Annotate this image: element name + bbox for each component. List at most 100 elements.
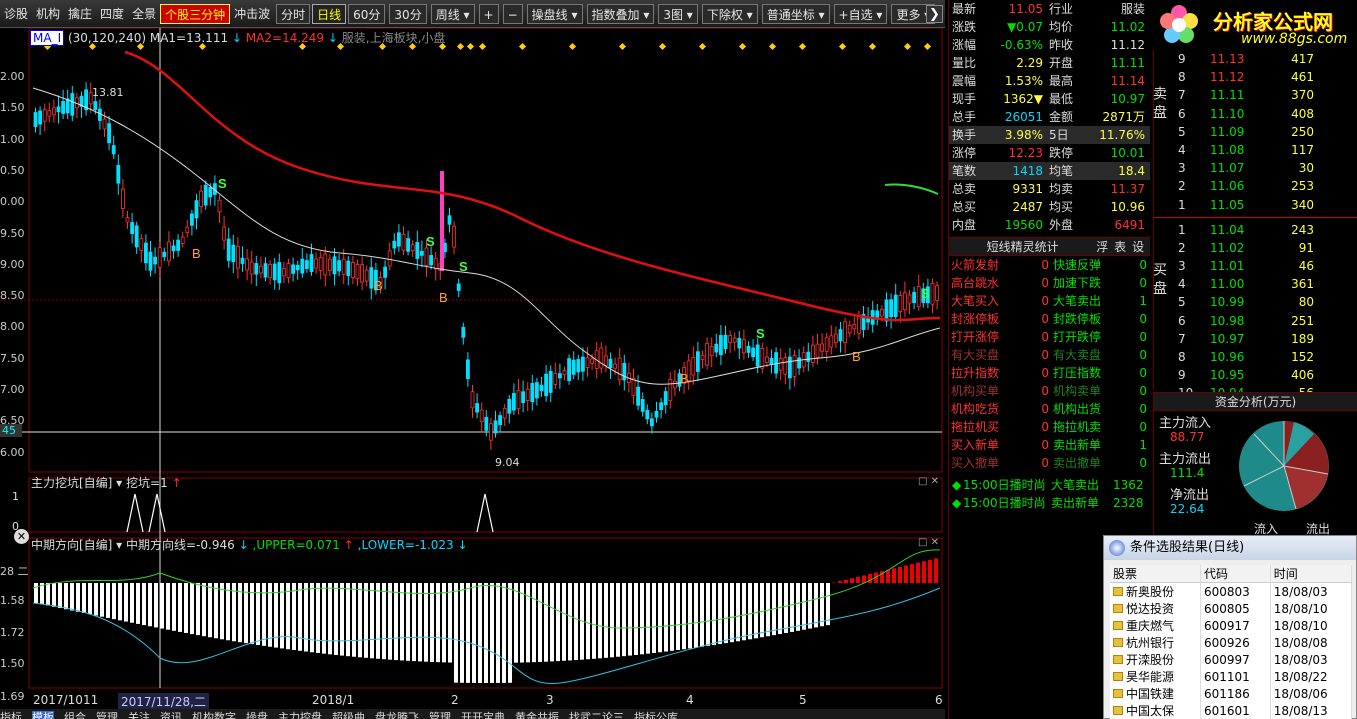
toolbar-item-15[interactable]: 指数叠加 ▾ [586,3,655,24]
buy-level[interactable]: 7 10.97 189 [1154,330,1357,348]
toolbar-item-7[interactable]: 分时 [276,3,311,24]
bottom-tab[interactable]: 关注 [128,711,150,719]
candle [323,253,328,276]
buy-level[interactable]: 2 11.02 91 [1154,239,1357,257]
toolbar-item-8[interactable]: 日线 [312,3,347,24]
bottom-tab[interactable]: 管理 [429,711,451,719]
buy-level[interactable]: 6 10.98 251 [1154,312,1357,330]
popup-col-header[interactable]: 代码 [1200,565,1271,583]
popup-row[interactable]: 开滦股份 600997 18/08/03 [1110,651,1353,668]
bottom-tab[interactable]: 黄金共振 [515,711,559,719]
toolbar-item-12[interactable]: + [478,3,499,24]
direction-bar [322,583,326,654]
toolbar-item-1[interactable]: 机构 [32,4,64,24]
window-buttons[interactable]: □ ✕ [918,537,939,548]
settings-button[interactable]: 设 [1132,238,1150,255]
close-icon[interactable]: ✕ [14,529,29,544]
sub1-title[interactable]: 主力挖坑[自编] ▾ 挖坑=1 ↑ [31,474,182,491]
toolbar-item-10[interactable]: 30分 [389,3,427,24]
popup-row[interactable]: 昊华能源 601101 18/08/22 [1110,668,1353,685]
bottom-tab[interactable]: 操盘 [246,711,268,719]
ma-indicator-dropdown[interactable]: MA_I [30,30,65,46]
stat-row[interactable]: 机构吃货 0 机构出货 0 [949,400,1150,418]
stat-row[interactable]: 买入撤单 0 卖出撤单 0 [949,454,1150,472]
popup-row[interactable]: 悦达投资 600805 18/08/10 [1110,600,1353,617]
sell-level[interactable]: 7 11.11 370 [1154,86,1357,104]
float-button[interactable]: 浮 [1096,238,1114,255]
close-chart-icon[interactable]: ❯ [926,5,943,23]
toolbar-item-5[interactable]: 个股三分钟 [160,3,231,24]
table-button[interactable]: 表 [1114,238,1132,255]
popup-row[interactable]: 新奥股份 600803 18/08/03 [1110,582,1353,600]
bottom-tab[interactable]: 管理 [96,711,118,719]
toolbar-item-16[interactable]: 3图 ▾ [658,3,698,24]
stat-row[interactable]: 机构买单 0 机构卖单 0 [949,382,1150,400]
direction-bar [700,583,704,647]
stat-row[interactable]: 封涨停板 0 封跌停板 0 [949,310,1150,328]
buy-level[interactable]: 4 11.00 361 [1154,275,1357,293]
stat-row[interactable]: 大笔买入 0 大笔卖出 1 [949,292,1150,310]
level-num: 7 [1178,331,1186,346]
quote-value: 6491 [1114,218,1145,232]
toolbar-item-13[interactable]: − [502,3,523,24]
stat-row[interactable]: 火箭发射 0 快速反弹 0 [949,256,1150,274]
buy-level[interactable]: 8 10.96 152 [1154,348,1357,366]
popup-row[interactable]: 杭州银行 600926 18/08/08 [1110,634,1353,651]
sell-level[interactable]: 8 11.12 461 [1154,68,1357,86]
toolbar-item-6[interactable]: 冲击波 [230,4,274,24]
popup-col-header[interactable]: 时间 [1270,565,1353,583]
buy-level[interactable]: 3 11.01 46 [1154,257,1357,275]
window-buttons[interactable]: □ ✕ [918,476,939,487]
bottom-tab[interactable]: 组合 [64,711,86,719]
popup-col-header[interactable]: 股票 [1110,565,1201,583]
buy-level[interactable]: 1 11.04 243 [1154,221,1357,239]
bottom-tab[interactable]: 主力控盘 [278,711,322,719]
candle [811,344,815,363]
buy-level[interactable]: 5 10.99 80 [1154,293,1357,311]
stat-row[interactable]: 高台跳水 0 加速下跌 0 [949,274,1150,292]
bottom-tab[interactable]: 找武二论三 [569,711,624,719]
toolbar-item-4[interactable]: 全景 [128,4,160,24]
bottom-tab[interactable]: 指标 [0,711,22,719]
sell-level[interactable]: 9 11.13 417 [1154,50,1357,68]
toolbar-item-19[interactable]: +自选 ▾ [833,3,888,24]
bottom-tab[interactable]: 机构数字 [192,711,236,719]
stat-row[interactable]: 买入新单 0 卖出新单 1 [949,436,1150,454]
sell-level[interactable]: 5 11.09 250 [1154,123,1357,141]
ma-legend: MA_I (30,120,240) MA1=13.111 ↓ MA2=14.24… [30,29,445,46]
toolbar-item-2[interactable]: 擒庄 [64,4,96,24]
bottom-tab[interactable]: 盘龙腾飞 [375,711,419,719]
sell-level[interactable]: 3 11.07 30 [1154,159,1357,177]
stat-buy-label: 大笔买入 [951,294,1000,308]
sub2-title[interactable]: 中期方向[自编] ▾ 中期方向线=-0.946 ↓ ,UPPER=0.071 ↑… [31,536,468,553]
bottom-tab[interactable]: 模板 [32,711,54,719]
bottom-tab[interactable]: 资讯 [160,711,182,719]
popup-title[interactable]: 条件选股结果(日线) [1104,536,1356,560]
stat-row[interactable]: 拉升指数 0 打压指数 0 [949,364,1150,382]
toolbar-item-11[interactable]: 周线 ▾ [430,3,475,24]
toolbar-item-18[interactable]: 普通坐标 ▾ [761,3,830,24]
date-tick: 6 [935,693,943,707]
toolbar-item-17[interactable]: 下除权 ▾ [701,3,758,24]
quote-value: 1418 [1012,164,1043,178]
buy-level[interactable]: 9 10.95 406 [1154,366,1357,384]
bottom-tab[interactable]: 指标公库 [634,711,678,719]
sell-level[interactable]: 1 11.05 340 [1154,196,1357,214]
bottom-tab[interactable]: 开开宝典 [461,711,505,719]
toolbar-item-0[interactable]: 诊股 [0,4,32,24]
stat-row[interactable]: 拖拉机买 0 拖拉机卖 0 [949,418,1150,436]
toolbar-item-3[interactable]: 四度 [96,4,128,24]
stat-row[interactable]: 打开涨停 0 打开跌停 0 [949,328,1150,346]
stat-row[interactable]: 有大买盘 0 有大卖盘 0 [949,346,1150,364]
popup-row[interactable]: 中国太保 601601 18/08/13 [1110,702,1353,719]
bottom-tab[interactable]: 超级曲 [332,711,365,719]
popup-row[interactable]: 中国铁建 601186 18/08/06 [1110,685,1353,702]
event-row[interactable]: ◆ 15:00日播时尚 大笔卖出 1362 [949,476,1150,494]
toolbar-item-14[interactable]: 操盘线 ▾ [526,3,583,24]
toolbar-item-9[interactable]: 60分 [348,3,386,24]
event-row[interactable]: ◆ 15:00日播时尚 卖出新单 2328 [949,494,1150,512]
sell-level[interactable]: 2 11.06 253 [1154,177,1357,195]
sell-level[interactable]: 6 11.10 408 [1154,105,1357,123]
popup-row[interactable]: 重庆燃气 600917 18/08/10 [1110,617,1353,634]
sell-level[interactable]: 4 11.08 117 [1154,141,1357,159]
